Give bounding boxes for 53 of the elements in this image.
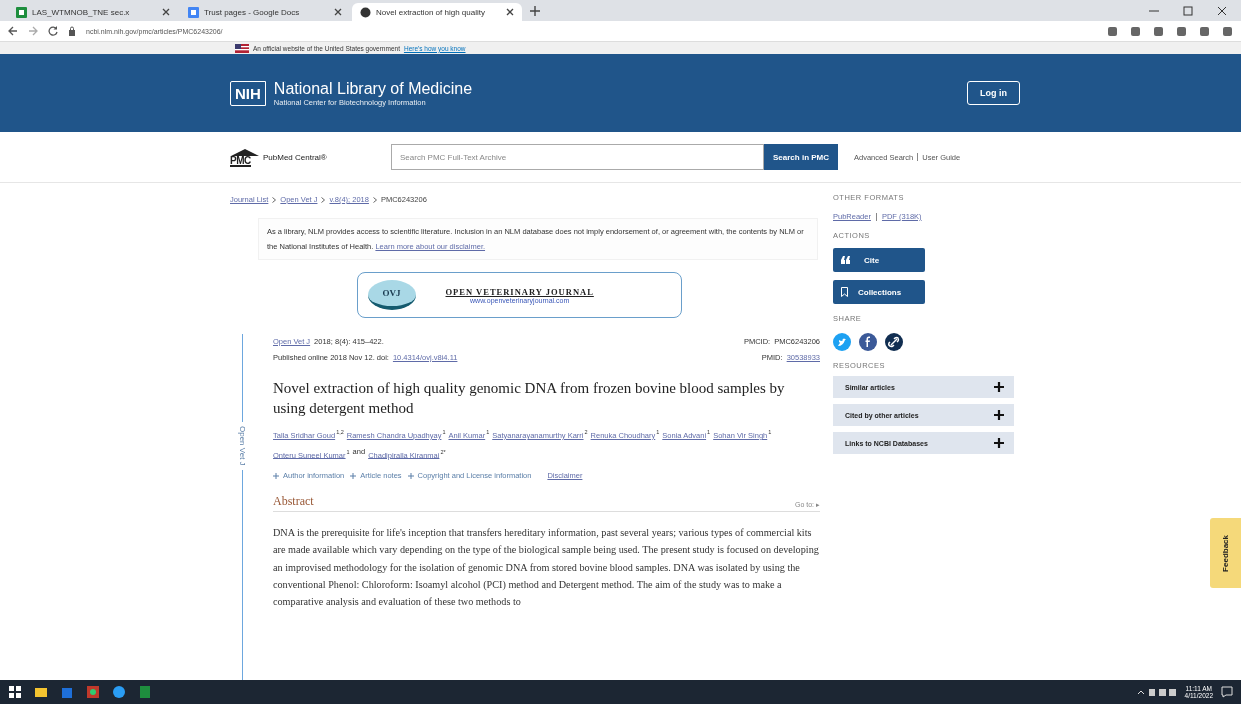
tray-icons	[1136, 687, 1177, 697]
flag-icon	[235, 43, 249, 53]
close-icon	[334, 8, 342, 16]
plus-icon	[273, 472, 279, 479]
search-button[interactable]: Search in PMC	[764, 144, 838, 170]
plus-icon	[994, 438, 1004, 448]
browser-tab[interactable]: Novel extraction of high quality	[352, 3, 522, 21]
journal-seal: OVJ	[367, 280, 416, 310]
action-button[interactable]: Cite	[833, 248, 925, 272]
browser-tab[interactable]: Trust pages - Google Docs	[180, 3, 350, 21]
reload-icon	[48, 26, 58, 36]
favicon-icon	[360, 6, 371, 18]
favicon-icon	[188, 6, 199, 18]
feedback-tab[interactable]: Feedback	[1210, 518, 1241, 588]
login-button[interactable]: Log in	[967, 81, 1020, 105]
pmc-logo[interactable]: PMC	[230, 155, 251, 167]
link-icon[interactable]	[885, 333, 903, 351]
favicon-icon	[16, 6, 27, 18]
search-field[interactable]: Search PMC Full-Text Archive	[391, 144, 764, 170]
browser-tab[interactable]: LAS_WTMNOB_TNE sec.x	[8, 3, 178, 21]
pmc-name: PubMed Central®	[263, 152, 328, 162]
plus-icon	[350, 472, 357, 479]
plus-icon	[407, 472, 414, 479]
twitter-icon[interactable]	[833, 333, 851, 351]
app-icon[interactable]	[86, 685, 100, 699]
facebook-icon[interactable]	[859, 333, 877, 351]
roof-icon	[230, 147, 260, 156]
action-button[interactable]: Collections	[833, 280, 925, 304]
article-title: Novel extraction of high quality genomic DNA from frozen bovine blood samples by using detergent method	[273, 379, 786, 418]
close-icon	[506, 8, 514, 16]
journal-name: OPEN VETERINARY JOURNAL	[445, 286, 594, 297]
quote-icon	[841, 256, 850, 264]
chevron-icon	[372, 196, 377, 203]
notification-icon	[1221, 686, 1233, 698]
nih-logo[interactable]: NIH	[230, 80, 266, 106]
abstract-text: DNA is the prerequisite for life's inception that transfers hereditary information, past several years; various types of commercial kits are made available which vary depending on the type of the biological sample being used. The present study is focused on developing an improvised methodology for the isolation of genomic DNA from stored bovine blood samples. DNA was isolated by using the conventional Phenol: Chloroform: Isoamyl alcohol (PCI) method and Detergent method. The aim of the study was to make a comparative analysis and evaluation of these two methods to	[273, 526, 820, 610]
plus-icon	[994, 410, 1004, 420]
chevron-icon	[321, 196, 326, 203]
chevron-icon	[272, 196, 277, 203]
section-heading: Abstract	[273, 494, 314, 509]
plus-icon	[994, 382, 1004, 392]
close-icon	[162, 8, 170, 16]
back-icon	[8, 26, 18, 36]
new-tab-icon	[530, 5, 540, 16]
forward-icon	[28, 26, 38, 36]
folder-icon[interactable]	[34, 685, 48, 699]
maximize-icon	[1183, 5, 1193, 16]
close-icon	[1217, 5, 1227, 16]
lock-icon	[68, 26, 76, 36]
start-icon[interactable]	[8, 685, 22, 699]
side-tab[interactable]: Open Vet J	[238, 422, 247, 470]
bookmark-icon	[841, 287, 848, 297]
site-title: National Library of Medicine	[273, 79, 473, 98]
